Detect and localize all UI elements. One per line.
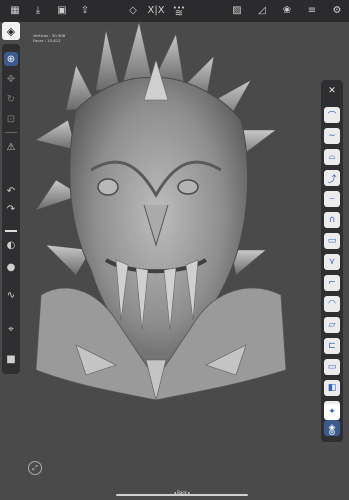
brush-move[interactable]: ⤴ <box>324 170 340 186</box>
trim-brush-icon: ▱ <box>328 320 336 330</box>
move-brush-icon: ⤴ <box>327 174 337 185</box>
pin-icon: ⌖ <box>8 323 14 335</box>
brush-crease[interactable]: ⌣ <box>324 191 340 207</box>
stroke-button[interactable]: ∿ <box>4 288 18 302</box>
brush-pinch[interactable]: ⋎ <box>324 254 340 270</box>
layers-icon[interactable]: ≋ <box>172 7 186 21</box>
sliders-icon[interactable]: ≡ <box>305 4 319 18</box>
drop-icon: ● <box>6 261 16 273</box>
undo-button[interactable]: ↶ <box>4 184 18 198</box>
pinch-brush-icon: ⋎ <box>328 257 336 267</box>
nomad-logo-icon: ◈ <box>6 24 16 38</box>
brush-split[interactable]: ▭ <box>324 359 340 375</box>
home-indicator[interactable] <box>116 494 248 496</box>
brush-polish[interactable]: ◠ <box>324 296 340 312</box>
brush-smooth[interactable]: ⌓ <box>324 149 340 165</box>
rotate-button[interactable]: ↻ <box>4 92 18 106</box>
scale-button[interactable]: ⊡ <box>4 112 18 126</box>
wave-icon: ∿ <box>6 289 16 301</box>
sculpt-viewport-mesh[interactable] <box>36 20 286 415</box>
radius-slider-handle[interactable] <box>5 230 17 232</box>
save-icon[interactable]: ▣ <box>55 4 69 18</box>
crosshair-icon: ⊕ <box>6 53 16 65</box>
brush-standard[interactable]: ∼ <box>324 128 340 144</box>
close-tools-button[interactable]: ✕ <box>324 83 340 99</box>
smooth-brush-icon: ⌓ <box>328 152 336 162</box>
top-toolbar: ▦ ⤓ ▣ ⇪ ◇ X|X ••• ≋ ▨ ◿ ❀ ≡ ⚙ <box>0 0 349 22</box>
camera-button[interactable]: ■ <box>4 352 18 366</box>
scale-icon: ⊡ <box>6 113 16 125</box>
move-gizmo-button[interactable]: ⊕ <box>4 52 18 66</box>
grid-icon[interactable]: ▦ <box>8 4 22 18</box>
gizmo-icon: ⊛ <box>328 428 336 438</box>
split-brush-icon: ▭ <box>327 362 337 372</box>
image-icon[interactable]: ▨ <box>230 4 244 18</box>
intensity-button[interactable]: ● <box>4 260 18 274</box>
brush-planar[interactable]: ⊏ <box>324 338 340 354</box>
expand-icon: ⤢ <box>32 463 38 472</box>
right-tool-panel: ✕ ⌒ ∼ ⌓ ⤴ ⌣ ∩ ▭ ⋎ ⌐ ◠ ▱ ⊏ ▭ ◧ ✎ ◈ <box>321 80 343 442</box>
brush-flatten[interactable]: ▭ <box>324 233 340 249</box>
clay-brush-icon: ⌒ <box>327 111 337 122</box>
redo-button[interactable]: ↷ <box>4 202 18 216</box>
download-icon[interactable]: ⤓ <box>31 4 45 18</box>
standard-brush-icon: ∼ <box>328 131 336 141</box>
chart-icon[interactable]: ◿ <box>255 4 269 18</box>
brush-trim[interactable]: ▱ <box>324 317 340 333</box>
redo-icon: ↷ <box>6 203 16 215</box>
transform-button[interactable]: ✥ <box>4 72 18 86</box>
warning-icon: ⚠ <box>6 141 16 153</box>
crease-brush-icon: ⌣ <box>329 194 335 204</box>
left-tool-panel: ⊕ ✥ ↻ ⊡ ⚠ ↶ ↷ ◐ ● ∿ ⌖ ■ <box>2 44 20 374</box>
inflate-brush-icon: ∩ <box>328 215 336 225</box>
mask-button[interactable]: ◐ <box>4 238 18 252</box>
planar-brush-icon: ⊏ <box>328 341 336 351</box>
polish-brush-icon: ◠ <box>328 299 336 309</box>
brush-drag[interactable]: ⌐ <box>324 275 340 291</box>
smudge-icon: ✦ <box>328 407 336 417</box>
move-icon: ✥ <box>6 73 16 85</box>
symmetry-toggle[interactable]: X|X <box>147 4 164 18</box>
tool-gizmo[interactable]: ⊛ <box>324 425 340 441</box>
material-icon[interactable]: ❀ <box>280 4 294 18</box>
brush-inflate[interactable]: ∩ <box>324 212 340 228</box>
warning-button[interactable]: ⚠ <box>4 140 18 154</box>
video-icon: ■ <box>6 353 16 365</box>
close-icon: ✕ <box>328 86 336 96</box>
brush-mask[interactable]: ◧ <box>324 380 340 396</box>
shield-icon: ◐ <box>6 239 16 251</box>
brush-clay[interactable]: ⌒ <box>324 107 340 123</box>
app-logo-button[interactable]: ◈ <box>2 22 20 40</box>
flatten-brush-icon: ▭ <box>327 236 337 246</box>
box-icon[interactable]: ◇ <box>126 4 140 18</box>
location-button[interactable]: ⌖ <box>4 322 18 336</box>
tool-smudge[interactable]: ✦ <box>324 404 340 420</box>
rotate-icon: ↻ <box>6 93 16 105</box>
mask-brush-icon: ◧ <box>327 383 337 393</box>
export-icon[interactable]: ⇪ <box>78 4 92 18</box>
settings-icon[interactable]: ⚙ <box>330 4 344 18</box>
divider <box>5 132 17 133</box>
reset-view-button[interactable]: ⤢ <box>28 461 42 475</box>
undo-icon: ↶ <box>6 185 16 197</box>
drag-brush-icon: ⌐ <box>328 278 336 288</box>
